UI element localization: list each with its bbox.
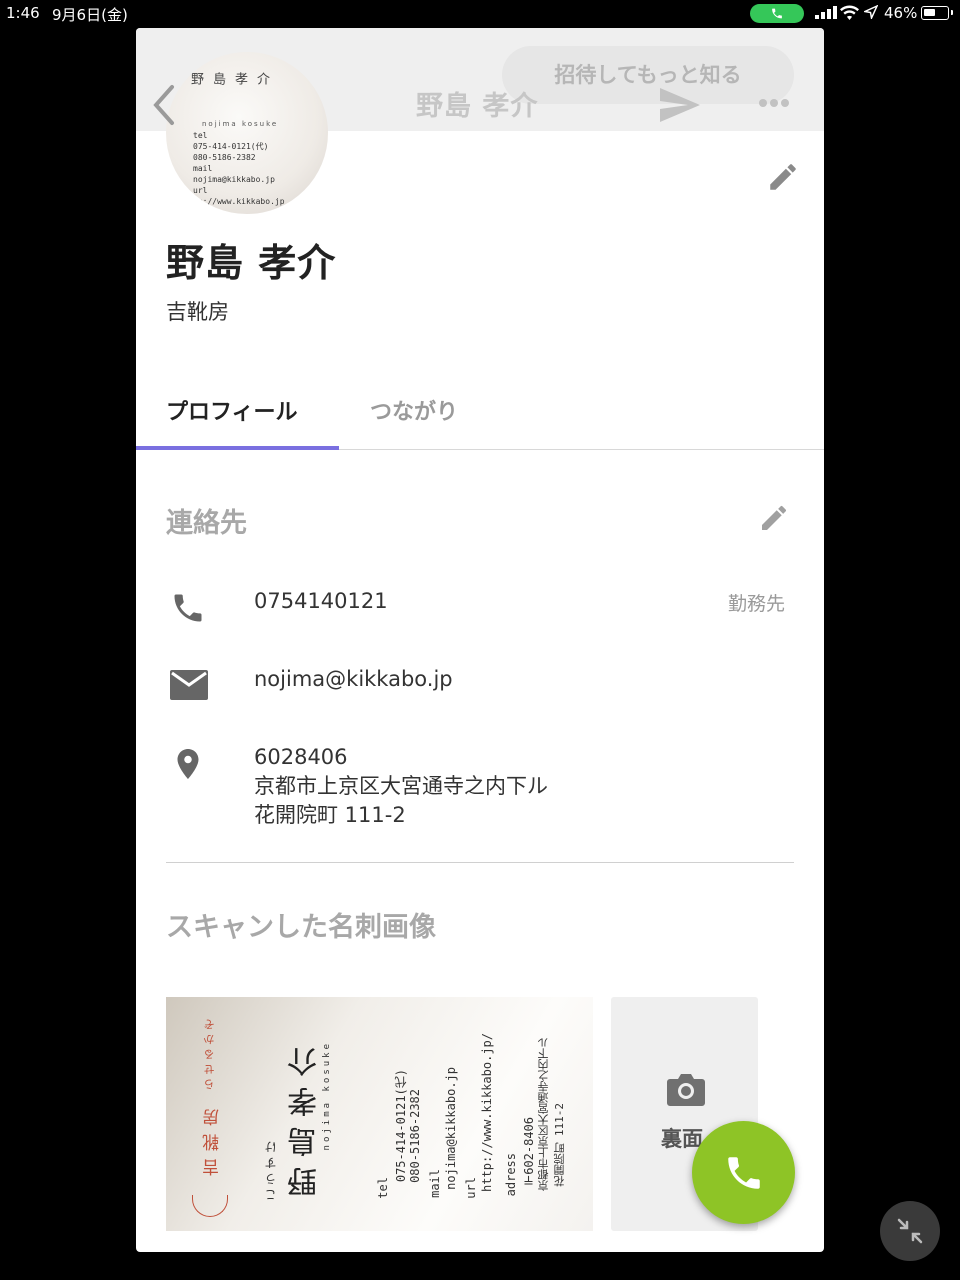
avatar-romaji: nojima kosuke [202, 120, 279, 128]
card-red-small-text: らせるかぞ [203, 1015, 216, 1090]
card-tel-label: tel [376, 1177, 390, 1199]
card-url-label: url [464, 1177, 478, 1199]
send-icon[interactable] [660, 88, 700, 122]
card-tel1: 075-414-0121(代) [394, 1069, 408, 1183]
status-bar: 1:46 9月6日(金) 46% [0, 0, 960, 26]
collapse-arrows-icon [897, 1218, 923, 1244]
scanned-card-front[interactable]: らせるかぞ 吉靴房 こうすけ 野島孝介 nojima kosuke tel 07… [166, 997, 593, 1231]
avatar-line: tp://www.kikkabo.jp [193, 197, 285, 206]
more-horizontal-icon[interactable] [758, 98, 790, 108]
section-divider [166, 862, 794, 863]
phone-icon [174, 594, 202, 622]
address-line2: 花開院町 111-2 [254, 803, 406, 827]
avatar-name-char: 介 [254, 72, 269, 88]
email-address[interactable]: nojima@kikkabo.jp [254, 667, 453, 691]
avatar-line: mail [193, 164, 213, 173]
active-call-pill[interactable] [750, 4, 804, 23]
status-time: 1:46 [6, 4, 40, 22]
avatar-line: nojima@kikkabo.jp [193, 175, 275, 184]
tab-profile[interactable]: プロフィール [166, 394, 298, 426]
card-name-kana: こうすけ [264, 1137, 278, 1201]
phone-icon [728, 1157, 760, 1189]
avatar-name-char: 野 [188, 72, 203, 88]
edit-pencil-icon[interactable] [766, 160, 800, 194]
camera-icon [667, 1074, 705, 1106]
wifi-icon [840, 5, 859, 20]
status-date: 9月6日(金) [52, 6, 128, 24]
invite-button[interactable]: 招待してもっと知る [502, 46, 794, 104]
person-name: 野島 孝介 [166, 241, 337, 285]
avatar-name-char: 島 [210, 72, 225, 88]
company-name: 吉靴房 [166, 300, 229, 324]
contacts-section-title: 連絡先 [166, 508, 247, 539]
contact-card: 介 孝 島 野 nojima kosuke tel 075-414-0121(代… [136, 28, 824, 1252]
avatar[interactable]: 介 孝 島 野 nojima kosuke tel 075-414-0121(代… [166, 52, 328, 214]
location-pin-icon [177, 749, 199, 779]
card-addr1: 京都市上京区大宮通寺之内下ル [537, 1037, 550, 1191]
avatar-line: 075-414-0121(代) [193, 142, 269, 151]
card-url: http://www.kikkabo.jp/ [480, 1033, 494, 1192]
phone-number[interactable]: 0754140121 [254, 589, 388, 613]
avatar-name-char: 孝 [232, 72, 247, 88]
phone-type-label: 勤務先 [728, 593, 786, 615]
scan-section-title: スキャンした名刺画像 [166, 912, 436, 943]
card-addr2: 花開院町 111-2 [553, 1103, 566, 1187]
phone-icon [772, 8, 782, 19]
address-line1: 京都市上京区大宮通寺之内下ル [254, 774, 548, 798]
avatar-line: url [193, 186, 208, 195]
address-postal: 6028406 [254, 745, 348, 769]
chevron-left-icon[interactable] [148, 83, 180, 127]
card-romaji: nojima kosuke [322, 1041, 332, 1151]
avatar-line: tel [193, 131, 208, 140]
card-mail: nojima@kikkabo.jp [444, 1067, 458, 1190]
collapse-button[interactable] [880, 1201, 940, 1261]
location-arrow-icon [864, 5, 878, 19]
card-mail-label: mail [428, 1169, 442, 1198]
card-postal: 〒602-8406 [522, 1117, 536, 1187]
email-icon [170, 670, 208, 700]
battery-icon [921, 6, 953, 20]
card-brand: 吉靴房 [203, 1101, 223, 1176]
active-tab-indicator [136, 446, 339, 450]
address-block[interactable]: 6028406 京都市上京区大宮通寺之内下ル 花開院町 111-2 [254, 743, 548, 830]
card-tel2: 080-5186-2382 [408, 1089, 422, 1183]
avatar-line: 080-5186-2382 [193, 153, 256, 162]
edit-pencil-icon[interactable] [758, 502, 790, 534]
card-adress-label: adress [504, 1153, 518, 1197]
header-title: 野島 孝介 [416, 91, 539, 122]
call-fab-button[interactable] [692, 1121, 795, 1224]
avatar-card-lines: tel 075-414-0121(代) 080-5186-2382 mail n… [193, 130, 285, 207]
cellular-signal-icon [815, 6, 837, 19]
tab-connections[interactable]: つながり [370, 394, 458, 426]
card-logo [192, 1195, 228, 1217]
battery-percent: 46% [884, 4, 918, 22]
